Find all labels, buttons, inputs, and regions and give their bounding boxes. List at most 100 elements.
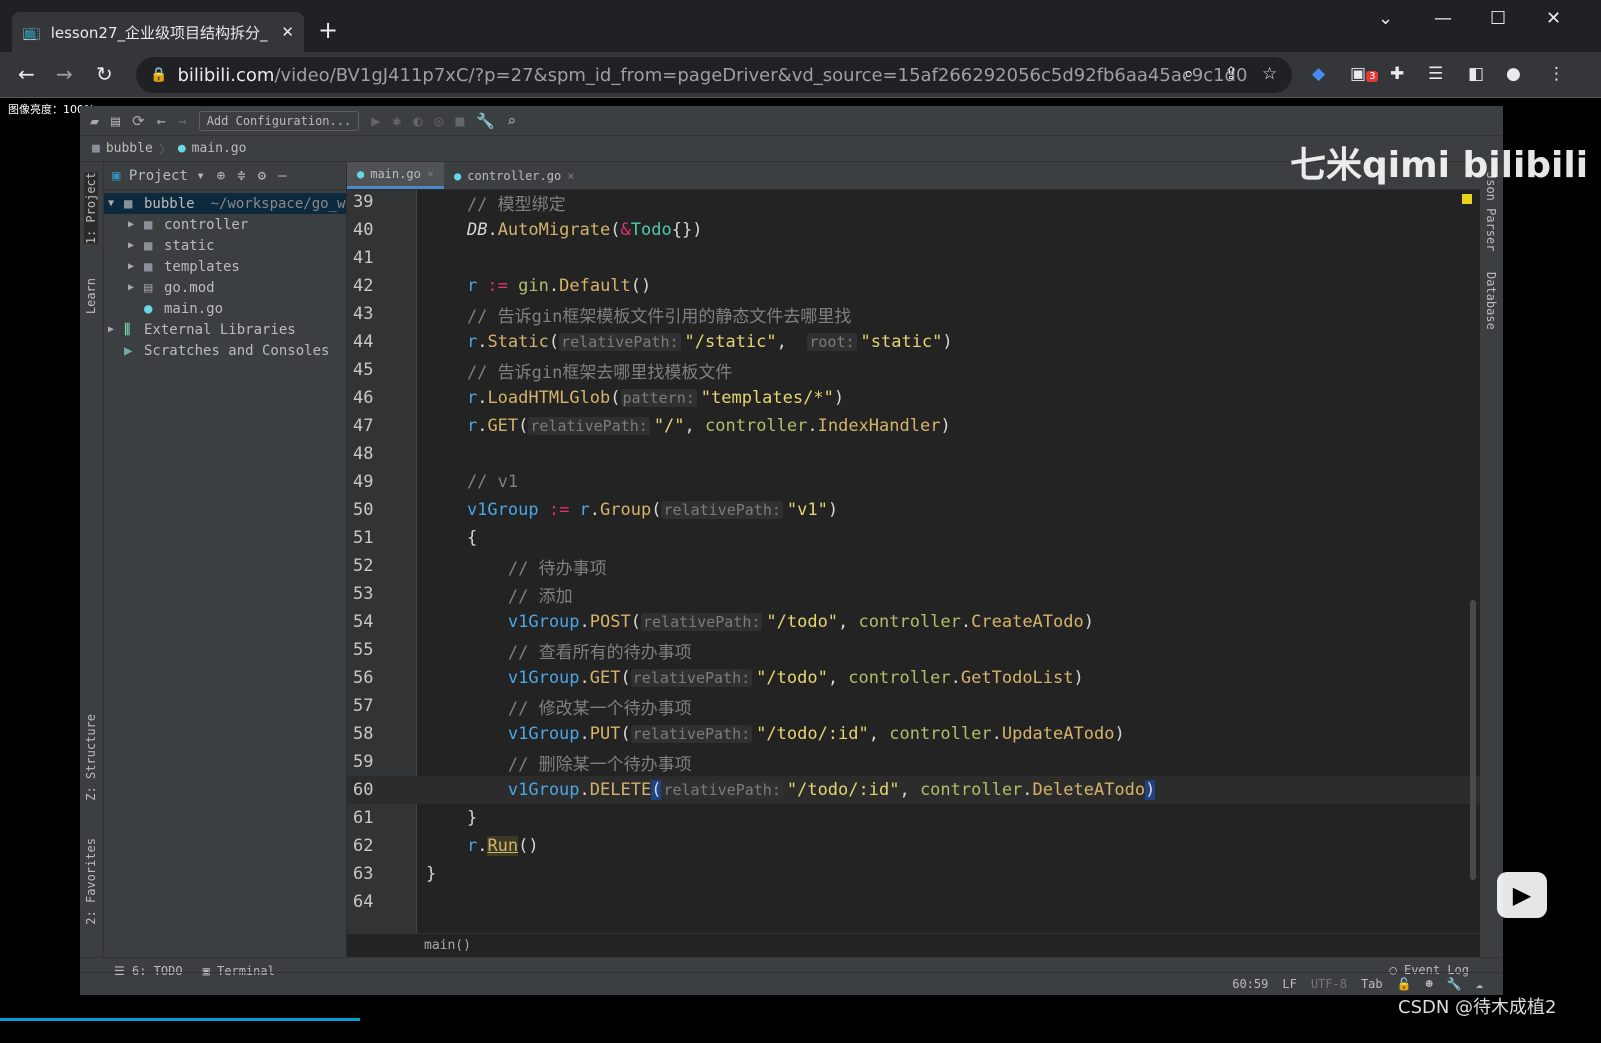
breadcrumb-bubble[interactable]: bubble xyxy=(106,141,153,156)
code-token: } xyxy=(426,808,478,828)
back-icon[interactable]: ← xyxy=(157,112,166,130)
profile-icon[interactable]: ◎ xyxy=(434,112,443,130)
collapsed-arrow-icon[interactable]: ▶ xyxy=(128,282,144,293)
code-token: // v1 xyxy=(426,472,519,492)
share-icon[interactable]: ⇪ xyxy=(1224,64,1238,84)
run-icon[interactable]: ▶ xyxy=(371,112,380,130)
code-line: 63} xyxy=(347,860,1480,888)
wrench-icon[interactable]: 🔧 xyxy=(476,112,495,130)
editor-scrollbar[interactable] xyxy=(1470,600,1476,880)
line-number: 64 xyxy=(353,892,374,912)
database-tool-button[interactable]: Database xyxy=(1484,272,1498,330)
collapsed-arrow-icon[interactable]: ▶ xyxy=(108,324,124,335)
tree-item[interactable]: ▶ ■ templates xyxy=(104,256,346,277)
tree-item[interactable]: ▶ ⫼ External Libraries xyxy=(104,319,346,340)
code-token: ( xyxy=(518,416,529,436)
browser-tab[interactable]: 📺 lesson27_企业级项目结构拆分_ ✕ xyxy=(12,12,304,52)
tree-item-label: Scratches and Consoles xyxy=(144,342,330,359)
stop-icon[interactable]: ■ xyxy=(455,112,464,130)
coverage-icon[interactable]: ◐ xyxy=(413,112,422,130)
structure-tool-button[interactable]: Z: Structure xyxy=(84,714,98,801)
inspector-icon[interactable]: ☻ xyxy=(1426,977,1433,991)
code-token: UpdateATodo xyxy=(1001,724,1115,744)
line-number: 57 xyxy=(353,696,374,716)
close-tab-icon[interactable]: ✕ xyxy=(281,23,294,41)
collapsed-arrow-icon[interactable]: ▶ xyxy=(128,240,144,251)
forward-icon[interactable]: → xyxy=(56,62,73,86)
open-folder-icon[interactable]: ▰ xyxy=(90,112,99,130)
wrench-icon[interactable]: 🔧 xyxy=(1447,977,1462,991)
search-icon[interactable]: ⌕ xyxy=(507,112,516,130)
line-number: 50 xyxy=(353,500,374,520)
close-tab-icon[interactable]: × xyxy=(567,169,574,183)
help-cloud-icon[interactable]: ☁ xyxy=(1476,977,1483,991)
tree-item[interactable]: ▶ ■ controller xyxy=(104,214,346,235)
code-token: := xyxy=(487,276,508,296)
hide-icon[interactable]: — xyxy=(278,168,286,184)
new-tab-button[interactable]: + xyxy=(318,16,338,44)
bilibili-play-icon[interactable]: ▶ xyxy=(1497,872,1547,918)
code-text: // v1 xyxy=(426,472,518,492)
project-view-dropdown[interactable]: ▣ Project ▾ xyxy=(112,168,205,184)
profile-avatar-icon[interactable]: ● xyxy=(1506,64,1521,84)
address-bar[interactable]: 🔒 bilibili.com/video/BV1gJ411p7xC/?p=27&… xyxy=(136,57,1292,93)
close-tab-icon[interactable]: × xyxy=(427,167,434,181)
lock-icon[interactable]: 🔓 xyxy=(1397,977,1412,991)
tree-item[interactable]: ● main.go xyxy=(104,298,346,319)
code-token: Static xyxy=(487,332,549,352)
code-token: , xyxy=(776,332,808,352)
reload-icon[interactable]: ↻ xyxy=(96,62,113,86)
code-token: ) xyxy=(1083,612,1094,632)
extension-shield-icon[interactable]: ◆ xyxy=(1312,64,1325,84)
code-text: v1Group.DELETE(relativePath: "/todo/:id",… xyxy=(426,780,1156,800)
file-encoding[interactable]: UTF-8 xyxy=(1311,977,1347,991)
editor-tab[interactable]: ● controller.go × xyxy=(444,162,584,189)
zoom-icon[interactable]: ⌕ xyxy=(1184,64,1194,84)
expanded-arrow-icon[interactable]: ▼ xyxy=(108,198,124,209)
tab-search-icon[interactable]: ⌄ xyxy=(1378,8,1393,29)
sync-icon[interactable]: ⟳ xyxy=(132,112,145,130)
code-editor[interactable]: 39 // 模型绑定 40 DB.AutoMigrate(&Todo{}) 41 42… xyxy=(347,190,1480,933)
code-line: 56 v1Group.GET(relativePath: "/todo", con… xyxy=(347,664,1480,692)
inspection-status-icon[interactable] xyxy=(1462,194,1472,204)
function-breadcrumb[interactable]: main() xyxy=(347,933,1480,957)
collapsed-arrow-icon[interactable]: ▶ xyxy=(128,261,144,272)
code-line: 53 // 添加 xyxy=(347,580,1480,608)
minimize-icon[interactable]: — xyxy=(1434,8,1452,29)
settings-gear-icon[interactable]: ⚙ xyxy=(258,168,266,184)
project-tree: ▼ ■ bubble ~/workspace/go_w ▶ ■ controller ▶ ■ st… xyxy=(104,190,346,361)
reading-list-icon[interactable]: ☰ xyxy=(1428,64,1443,84)
tree-item[interactable]: ▶ ▤ go.mod xyxy=(104,277,346,298)
menu-icon[interactable]: ⋮ xyxy=(1548,64,1565,84)
debug-icon[interactable]: ✱ xyxy=(392,112,401,130)
indent-setting[interactable]: Tab xyxy=(1361,977,1383,991)
project-tool-button[interactable]: 1: Project xyxy=(84,172,98,245)
code-line: 44 r.Static(relativePath: "/static", root… xyxy=(347,328,1480,356)
add-configuration-button[interactable]: Add Configuration... xyxy=(198,110,360,131)
line-separator[interactable]: LF xyxy=(1282,977,1296,991)
learn-tool-button[interactable]: Learn xyxy=(84,278,98,314)
forward-icon[interactable]: → xyxy=(178,112,187,130)
tree-item[interactable]: ▶ ■ static xyxy=(104,235,346,256)
tree-item[interactable]: ▼ ■ bubble ~/workspace/go_w xyxy=(104,193,346,214)
breadcrumb-main-go[interactable]: main.go xyxy=(192,141,247,156)
bookmark-star-icon[interactable]: ☆ xyxy=(1262,64,1277,84)
caret-position[interactable]: 60:59 xyxy=(1232,977,1268,991)
maximize-icon[interactable]: ☐ xyxy=(1490,8,1506,29)
extensions-puzzle-icon[interactable]: ✚ xyxy=(1390,64,1404,84)
video-progress-bar[interactable] xyxy=(0,1018,360,1021)
extension-icon[interactable]: ▣ 3 xyxy=(1350,64,1379,84)
collapse-icon[interactable]: ≑ xyxy=(237,168,245,184)
tree-item[interactable]: ▶ Scratches and Consoles xyxy=(104,340,346,361)
side-panel-icon[interactable]: ◧ xyxy=(1468,64,1484,84)
code-line: 45 // 告诉gin框架去哪里找模板文件 xyxy=(347,356,1480,384)
close-window-icon[interactable]: ✕ xyxy=(1546,8,1561,29)
back-icon[interactable]: ← xyxy=(18,62,35,86)
collapsed-arrow-icon[interactable]: ▶ xyxy=(128,219,144,230)
favorites-tool-button[interactable]: 2: Favorites xyxy=(84,838,98,925)
save-icon[interactable]: ▤ xyxy=(111,112,120,130)
line-number: 54 xyxy=(353,612,374,632)
locate-icon[interactable]: ⊕ xyxy=(217,168,225,184)
editor-tab[interactable]: ● main.go × xyxy=(347,162,445,189)
code-token: IndexHandler xyxy=(817,416,941,436)
